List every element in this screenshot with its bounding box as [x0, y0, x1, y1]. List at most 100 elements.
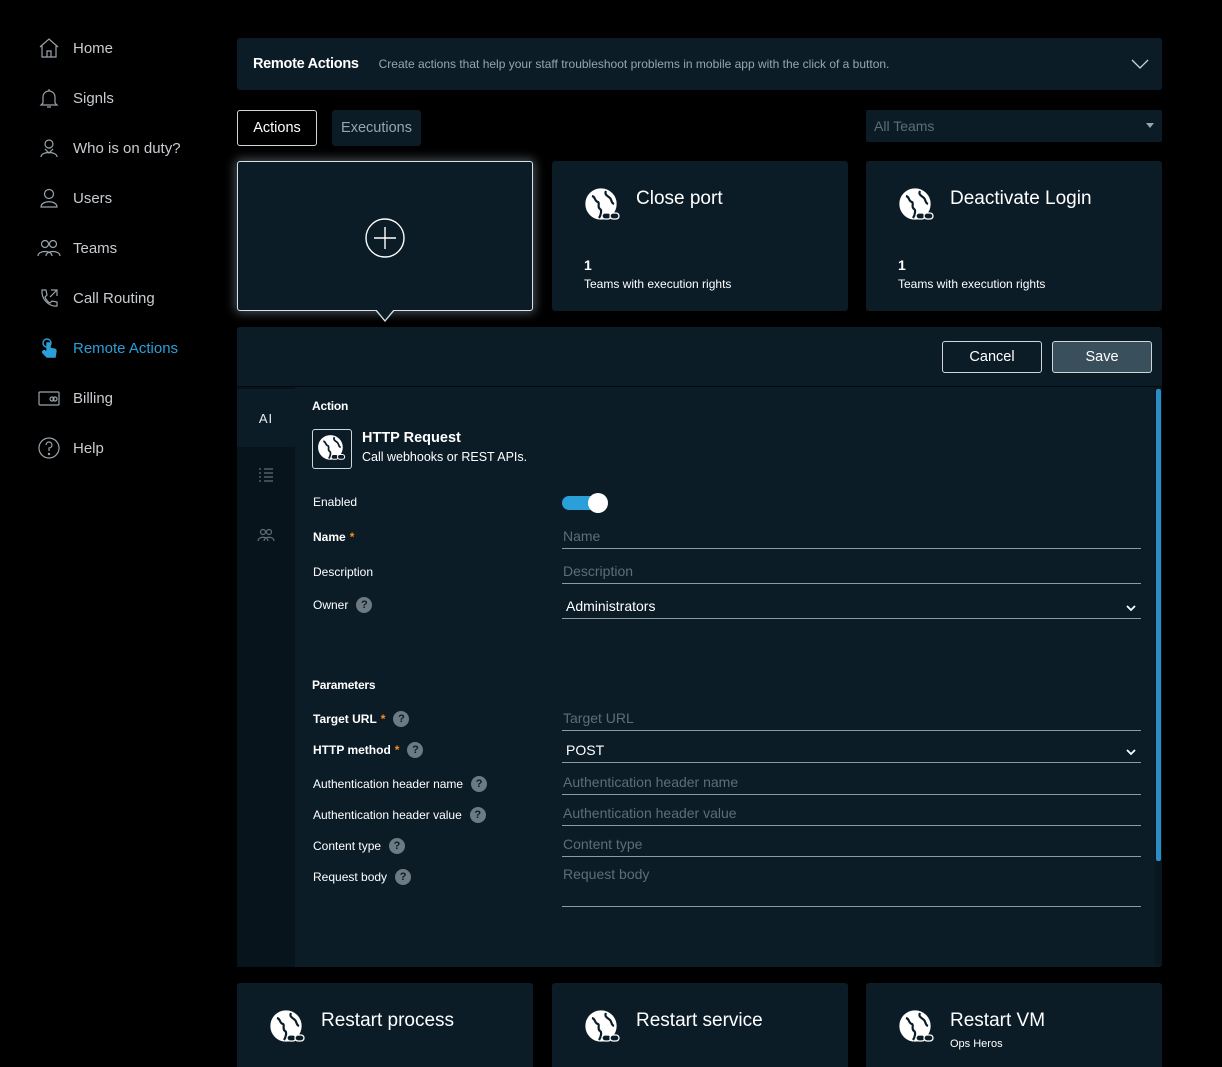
phone-icon	[36, 285, 62, 311]
team-icon	[257, 526, 275, 549]
help-icon[interactable]: ?	[407, 742, 424, 758]
sidebar-item-remote-actions[interactable]: Remote Actions	[36, 334, 178, 362]
sidebar-item-label: Help	[73, 439, 104, 457]
content-type-field[interactable]: Content type	[562, 833, 1141, 857]
sidebar-item-who-is-on-duty[interactable]: Who is on duty?	[36, 134, 181, 162]
action-card-restart-process[interactable]: Restart process	[237, 983, 533, 1067]
side-tab-ai[interactable]: AI	[237, 389, 295, 447]
action-card-restart-vm[interactable]: Restart VM Ops Heros	[866, 983, 1162, 1067]
side-tab-label: AI	[258, 410, 274, 426]
description-label: Description	[313, 565, 374, 579]
sidebar-item-label: Users	[73, 189, 113, 207]
owner-value: Administrators	[566, 598, 656, 614]
bell-icon	[36, 85, 62, 111]
name-label-text: Name	[313, 530, 346, 544]
auth-header-name-label-text: Authentication header name	[313, 777, 464, 791]
http-method-select[interactable]: POST	[562, 739, 1141, 763]
description-placeholder: Description	[563, 563, 634, 579]
save-button[interactable]: Save	[1052, 341, 1152, 373]
request-body-label: Request body ?	[313, 869, 412, 885]
card-title: Deactivate Login	[950, 188, 1092, 209]
sidebar-item-users[interactable]: Users	[36, 184, 112, 212]
chevron-down-icon	[1125, 745, 1137, 757]
name-placeholder: Name	[563, 528, 601, 544]
content-type-label: Content type ?	[313, 838, 406, 854]
help-icon[interactable]: ?	[389, 838, 406, 854]
auth-header-value-label-text: Authentication header value	[313, 808, 462, 822]
chevron-down-icon[interactable]	[1130, 54, 1150, 74]
required-marker: *	[394, 743, 400, 757]
action-card-deactivate-login[interactable]: Deactivate Login 1 Teams with execution …	[866, 161, 1162, 311]
action-card-close-port[interactable]: Close port 1 Teams with execution rights	[552, 161, 848, 311]
section-title-action: Action	[312, 399, 349, 413]
side-tab-list[interactable]	[237, 448, 295, 506]
sidebar-item-teams[interactable]: Teams	[36, 234, 117, 262]
sidebar-item-signls[interactable]: Signls	[36, 84, 114, 112]
help-icon[interactable]: ?	[471, 776, 488, 792]
sidebar-item-label: Home	[73, 39, 114, 57]
card-title: Close port	[636, 188, 723, 209]
sidebar-item-home[interactable]: Home	[36, 34, 113, 62]
help-icon[interactable]: ?	[356, 597, 373, 613]
content-type-label-text: Content type	[313, 839, 382, 853]
tab-executions[interactable]: Executions	[332, 110, 421, 146]
http-method-value: POST	[566, 742, 605, 758]
sidebar-item-label: Who is on duty?	[73, 139, 181, 157]
team-filter-placeholder: All Teams	[874, 118, 935, 134]
page-description: Create actions that help your staff trou…	[378, 57, 890, 71]
auth-header-name-label: Authentication header name ?	[313, 776, 488, 792]
chevron-down-icon	[1125, 601, 1137, 613]
name-field[interactable]: Name	[562, 525, 1141, 549]
help-icon	[36, 435, 62, 461]
home-icon	[36, 35, 62, 61]
globe-link-icon	[584, 187, 622, 225]
team-filter-select[interactable]: All Teams	[866, 110, 1162, 142]
sidebar-item-call-routing[interactable]: Call Routing	[36, 284, 155, 312]
action-type-description: Call webhooks or REST APIs.	[362, 450, 528, 464]
required-marker: *	[380, 712, 386, 726]
request-body-field[interactable]: Request body	[562, 864, 1141, 907]
target-url-field[interactable]: Target URL	[562, 707, 1141, 731]
request-body-label-text: Request body	[313, 870, 388, 884]
list-icon	[257, 466, 275, 489]
target-url-label: Target URL * ?	[313, 711, 410, 727]
card-team-name: Ops Heros	[950, 1038, 1003, 1050]
tab-actions[interactable]: Actions	[237, 110, 317, 146]
editor-side-tabs: AI	[237, 387, 295, 967]
card-team-count: 1	[584, 257, 592, 273]
sidebar-item-label: Signls	[73, 89, 114, 107]
content-type-placeholder: Content type	[563, 836, 643, 852]
toggle-knob	[588, 493, 608, 513]
help-icon[interactable]: ?	[395, 869, 412, 885]
editor-form: Action HTTP Request Call webhooks or RES…	[295, 387, 1155, 967]
action-editor: Cancel Save AI Action HTTP Request Call …	[237, 327, 1162, 967]
user-duty-icon	[36, 135, 62, 161]
editor-toolbar: Cancel Save	[237, 327, 1162, 387]
user-icon	[36, 185, 62, 211]
action-card-restart-service[interactable]: Restart service	[552, 983, 848, 1067]
enabled-label: Enabled	[313, 495, 358, 509]
sidebar-item-help[interactable]: Help	[36, 434, 104, 462]
section-title-parameters: Parameters	[312, 678, 376, 692]
globe-link-icon	[898, 187, 936, 225]
editor-scrollbar-thumb[interactable]	[1156, 389, 1161, 861]
sidebar-item-billing[interactable]: Billing	[36, 384, 113, 412]
globe-link-icon	[584, 1009, 622, 1047]
help-icon[interactable]: ?	[469, 807, 486, 823]
side-tab-teams[interactable]	[237, 508, 295, 566]
auth-header-name-placeholder: Authentication header name	[563, 774, 739, 790]
name-label: Name *	[313, 530, 354, 544]
help-icon[interactable]: ?	[393, 711, 410, 727]
card-title: Restart process	[321, 1010, 455, 1031]
owner-select[interactable]: Administrators	[562, 595, 1141, 619]
touch-icon	[36, 335, 62, 361]
description-field[interactable]: Description	[562, 560, 1141, 584]
sidebar-item-label: Remote Actions	[73, 339, 179, 357]
enabled-toggle[interactable]	[562, 493, 608, 513]
plus-icon	[365, 218, 405, 258]
auth-header-value-field[interactable]: Authentication header value	[562, 802, 1141, 826]
auth-header-name-field[interactable]: Authentication header name	[562, 771, 1141, 795]
cancel-button[interactable]: Cancel	[942, 341, 1042, 373]
new-action-card[interactable]	[237, 161, 533, 311]
globe-link-icon	[269, 1009, 307, 1047]
